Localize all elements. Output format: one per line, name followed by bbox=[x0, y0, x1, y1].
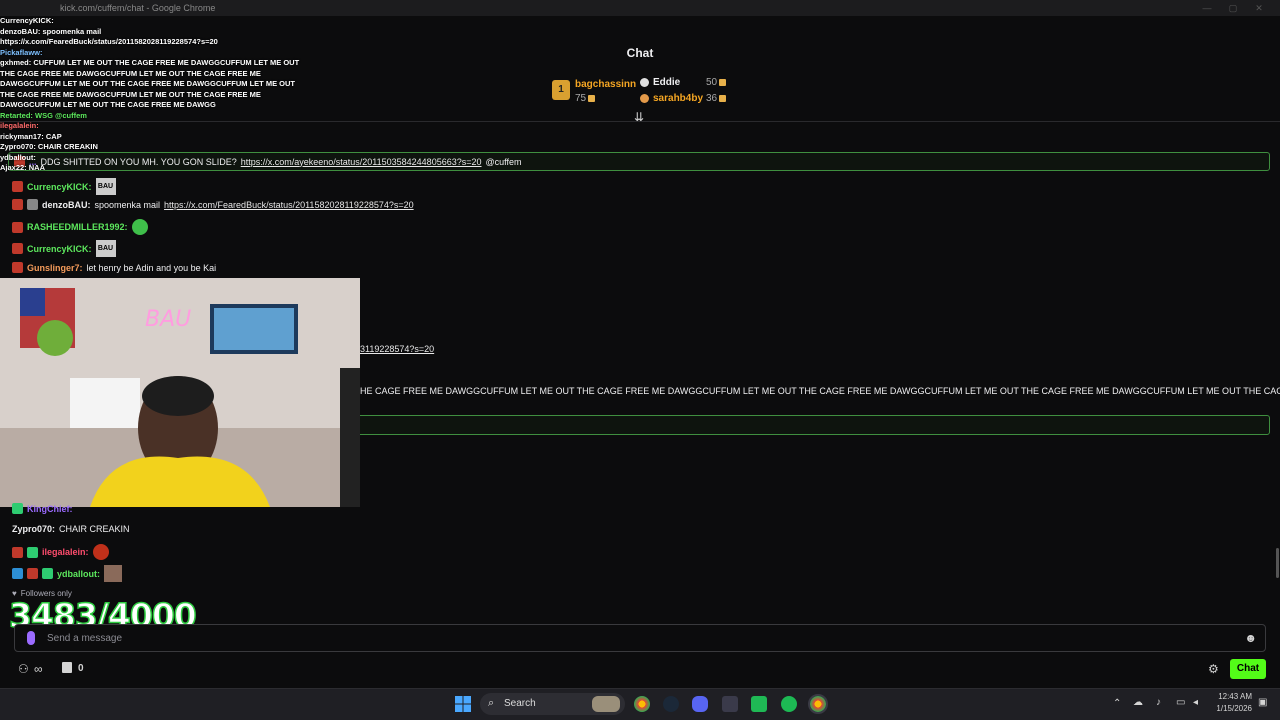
overlay-line: Retarted: WSG @cuffem bbox=[0, 110, 87, 120]
leaderboard-count-2: 50 bbox=[706, 77, 727, 88]
chat-message-partial: HE CAGE FREE ME DAWGGCUFFUM LET ME OUT T… bbox=[360, 386, 1280, 396]
discord-icon[interactable] bbox=[692, 696, 708, 712]
leaderboard-name-3[interactable]: sarahb4by bbox=[653, 93, 703, 104]
settings-icon[interactable]: ⚙ bbox=[1208, 662, 1219, 676]
minimize-icon[interactable]: — bbox=[1196, 0, 1218, 16]
user-badge bbox=[12, 546, 23, 558]
chat-message: KingChief: bbox=[12, 503, 73, 514]
overlay-line: THE CAGE FREE ME DAWGGCUFFUM LET ME OUT … bbox=[0, 89, 261, 99]
username[interactable]: CurrencyKICK: bbox=[27, 244, 92, 254]
microphone-tray-icon[interactable]: ♪ bbox=[1156, 697, 1161, 708]
leaderboard-count-1: 75 bbox=[575, 93, 596, 104]
overlay-line: Pickaflaww: bbox=[0, 47, 43, 57]
chrome-icon[interactable] bbox=[634, 696, 650, 712]
message-text: CHAIR CREAKIN bbox=[59, 524, 130, 534]
clock-time[interactable]: 12:43 AM bbox=[1210, 692, 1252, 701]
user-badge bbox=[12, 503, 23, 514]
gift-icon bbox=[588, 94, 596, 102]
overlay-line: DAWGGCUFFUM LET ME OUT THE CAGE FREE ME … bbox=[0, 100, 216, 109]
svg-text:BAU: BAU bbox=[145, 307, 191, 332]
chat-message: Gunslinger7: let henry be Adin and you b… bbox=[12, 262, 216, 273]
rank-2-icon bbox=[640, 78, 649, 87]
user-badge bbox=[27, 568, 38, 579]
spotify-icon[interactable] bbox=[781, 696, 797, 712]
chat-message-partial: 3119228574?s=20 bbox=[360, 344, 434, 354]
username[interactable]: ilegalalein: bbox=[42, 547, 89, 557]
overlay-line: THE CAGE FREE ME DAWGGCUFFUM LET ME OUT … bbox=[0, 68, 261, 78]
username[interactable]: KingChief: bbox=[27, 504, 73, 514]
emoji-icon[interactable]: ☻ bbox=[1244, 631, 1257, 645]
gift-box-icon[interactable] bbox=[62, 662, 72, 673]
volume-icon[interactable]: ◂ bbox=[1193, 697, 1198, 708]
overlay-line: Zypro070: CHAIR CREAKIN bbox=[0, 142, 98, 151]
app-icon[interactable] bbox=[722, 696, 738, 712]
user-badge bbox=[12, 568, 23, 579]
stream-chat-overlay: CurrencyKICK: denzoBAU: spoomenka mail h… bbox=[0, 16, 300, 226]
maximize-icon[interactable]: ▢ bbox=[1222, 0, 1244, 16]
microphone-icon[interactable] bbox=[27, 631, 35, 645]
overlay-line: ilegalalein: bbox=[0, 121, 39, 130]
webcam-image: BAU bbox=[0, 278, 360, 507]
browser-titlebar: kick.com/cuffem/chat - Google Chrome — ▢… bbox=[0, 0, 1280, 16]
emote bbox=[92, 544, 109, 560]
gift-icon bbox=[719, 78, 727, 86]
taskbar-search[interactable]: ⌕ Search bbox=[480, 693, 625, 715]
overlay-line: ydballout: bbox=[0, 152, 36, 162]
overlay-line: gxhmed: CUFFUM LET ME OUT THE CAGE FREE … bbox=[0, 58, 300, 67]
user-badge bbox=[42, 568, 53, 579]
overlay-line: denzoBAU: spoomenka mail bbox=[0, 26, 102, 36]
chevron-up-icon[interactable]: ⌃ bbox=[1113, 698, 1121, 709]
users-icon[interactable]: ⚇ bbox=[18, 662, 29, 676]
message-text: let henry be Adin and you be Kai bbox=[86, 262, 217, 273]
chat-message: ilegalalein: bbox=[12, 544, 109, 560]
chrome-active-icon[interactable] bbox=[808, 694, 828, 714]
mention: @cuffem bbox=[485, 156, 522, 167]
overlay-line: CurrencyKICK: bbox=[0, 16, 54, 25]
cloud-icon[interactable]: ☁ bbox=[1133, 697, 1143, 708]
user-badge bbox=[12, 243, 23, 254]
emote: BAU bbox=[95, 240, 116, 257]
rank-badge: 1 bbox=[552, 80, 570, 100]
chat-scrollbar[interactable] bbox=[1276, 548, 1279, 578]
overlay-line: rickyman17: CAP bbox=[0, 131, 62, 141]
user-badge bbox=[12, 262, 23, 273]
search-label: Search bbox=[504, 698, 536, 709]
notification-icon[interactable]: ▣ bbox=[1258, 697, 1267, 708]
username[interactable]: ydballout: bbox=[57, 569, 100, 579]
chat-send-button[interactable]: Chat bbox=[1230, 659, 1266, 679]
leaderboard-name-2[interactable]: Eddie bbox=[653, 77, 680, 88]
window-title: kick.com/cuffem/chat - Google Chrome bbox=[60, 3, 216, 13]
chat-message: CurrencyKICK: BAU bbox=[12, 240, 116, 257]
chat-message: ydballout: bbox=[12, 565, 122, 582]
chat-message: Zypro070: CHAIR CREAKIN bbox=[12, 524, 130, 534]
username[interactable]: Gunslinger7: bbox=[27, 263, 83, 273]
overlay-line: DAWGGCUFFUM LET ME OUT THE CAGE FREE ME … bbox=[0, 79, 295, 88]
search-highlight-image bbox=[592, 696, 620, 712]
chat-input[interactable]: Send a message ☻ bbox=[14, 624, 1266, 652]
leaderboard-count-3: 36 bbox=[706, 93, 727, 104]
leaderboard-name-1[interactable]: bagchassinn bbox=[575, 79, 636, 90]
clock-date[interactable]: 1/15/2026 bbox=[1210, 704, 1252, 713]
gift-icon bbox=[719, 94, 727, 102]
username[interactable]: Zypro070: bbox=[12, 524, 55, 534]
rank-3-icon bbox=[640, 94, 649, 103]
overlay-line: https://x.com/FearedBuck/status/20115820… bbox=[0, 37, 218, 46]
collapse-icon[interactable]: ⇊ bbox=[634, 110, 644, 124]
windows-start-icon[interactable] bbox=[455, 696, 471, 712]
infinity-icon[interactable]: ∞ bbox=[34, 662, 43, 676]
message-link[interactable]: 3119228574?s=20 bbox=[360, 344, 434, 354]
search-icon: ⌕ bbox=[488, 697, 495, 709]
input-placeholder: Send a message bbox=[47, 633, 123, 644]
message-text: HE CAGE FREE ME DAWGGCUFFUM LET ME OUT T… bbox=[360, 386, 1280, 396]
gift-count: 0 bbox=[78, 663, 84, 674]
user-badge bbox=[27, 546, 38, 558]
kick-icon[interactable] bbox=[751, 696, 767, 712]
steam-icon[interactable] bbox=[663, 696, 679, 712]
close-icon[interactable]: ✕ bbox=[1248, 0, 1270, 16]
overlay-line: Ajax22: NAA bbox=[0, 163, 46, 172]
network-icon[interactable]: ▭ bbox=[1176, 697, 1185, 708]
webcam-overlay: BAU bbox=[0, 278, 360, 507]
emote bbox=[104, 565, 122, 582]
